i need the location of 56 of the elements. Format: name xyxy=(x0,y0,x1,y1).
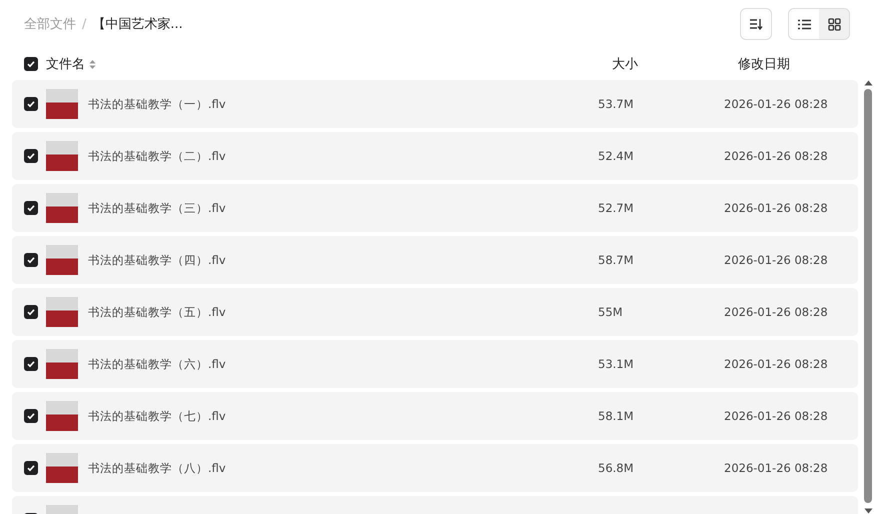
file-name: 书法的基础教学（八）.flv xyxy=(88,460,227,476)
file-size: 52.7M xyxy=(598,201,635,215)
file-size: 52.4M xyxy=(598,149,635,163)
modified-date: 2026-01-26 08:28 xyxy=(724,409,828,423)
file-row[interactable]: 书法的基础教学（一）.flv 53.7M 2026-01-26 08:28 xyxy=(12,80,858,128)
list-view-button[interactable] xyxy=(789,9,819,39)
file-row[interactable]: 书法的基础教学（八）.flv 56.8M 2026-01-26 08:28 xyxy=(12,444,858,492)
file-name: 书法的基础教学（七）.flv xyxy=(88,408,227,424)
file-row[interactable]: 书法的基础教学（五）.flv 55M 2026-01-26 08:28 xyxy=(12,288,858,336)
select-all-checkbox[interactable] xyxy=(24,57,38,71)
list-icon xyxy=(798,18,810,30)
file-row[interactable]: 书法的基础教学（二）.flv 52.4M 2026-01-26 08:28 xyxy=(12,132,858,180)
modified-date: 2026-01-26 08:28 xyxy=(724,305,828,319)
file-size: 58.1M xyxy=(598,409,635,423)
scrollbar-thumb[interactable] xyxy=(864,89,872,503)
scroll-down-icon[interactable] xyxy=(864,508,872,514)
file-name: 书法的基础教学（四）.flv xyxy=(88,252,227,268)
check-icon xyxy=(26,359,36,369)
file-size: 56.8M xyxy=(598,461,635,475)
sort-button[interactable] xyxy=(740,8,772,40)
modified-date: 2026-01-26 08:28 xyxy=(724,357,828,371)
sort-arrows-icon[interactable] xyxy=(89,58,96,70)
modified-date: 2026-01-26 08:28 xyxy=(724,253,828,267)
file-size: 58.7M xyxy=(598,253,635,267)
scroll-up-icon[interactable] xyxy=(864,80,872,86)
check-icon xyxy=(26,411,36,421)
column-header: 修改日期 xyxy=(738,56,790,73)
file-row[interactable]: 书法的基础教学（三）.flv 52.7M 2026-01-26 08:28 xyxy=(12,184,858,232)
file-name: 书法的基础教学（一）.flv xyxy=(88,96,227,112)
sort-icon xyxy=(749,18,763,30)
file-size: 53.1M xyxy=(598,357,635,371)
check-icon xyxy=(26,255,36,265)
file-row[interactable]: 书法的基础教学（七）.flv 58.1M 2026-01-26 08:28 xyxy=(12,392,858,440)
grid-icon xyxy=(828,18,840,30)
column-header: 文件名 xyxy=(46,56,85,73)
file-row[interactable]: 书法的基础教学（四）.flv 58.7M 2026-01-26 08:28 xyxy=(12,236,858,284)
file-row[interactable]: 书法的基础教学（六）.flv 53.1M 2026-01-26 08:28 xyxy=(12,340,858,388)
check-icon xyxy=(26,307,36,317)
breadcrumb-link[interactable]: 【中国艺术家... xyxy=(92,15,183,33)
check-icon xyxy=(26,203,36,213)
file-name: 书法的基础教学（三）.flv xyxy=(88,200,227,216)
column-header: 大小 xyxy=(612,56,638,73)
file-size: 53.7M xyxy=(598,97,635,111)
file-size: 55M xyxy=(598,305,624,319)
modified-date: 2026-01-26 08:28 xyxy=(724,97,828,111)
check-icon xyxy=(26,463,36,473)
check-icon xyxy=(26,99,36,109)
modified-date: 2026-01-26 08:28 xyxy=(724,149,828,163)
file-name: 书法的基础教学（二）.flv xyxy=(88,148,227,164)
check-icon xyxy=(26,59,36,69)
breadcrumb-separator: / xyxy=(82,16,86,32)
check-icon xyxy=(26,151,36,161)
modified-date: 2026-01-26 08:28 xyxy=(724,461,828,475)
file-name: 书法的基础教学（六）.flv xyxy=(88,356,227,372)
file-name: 书法的基础教学（五）.flv xyxy=(88,304,227,320)
modified-date: 2026-01-26 08:28 xyxy=(724,201,828,215)
